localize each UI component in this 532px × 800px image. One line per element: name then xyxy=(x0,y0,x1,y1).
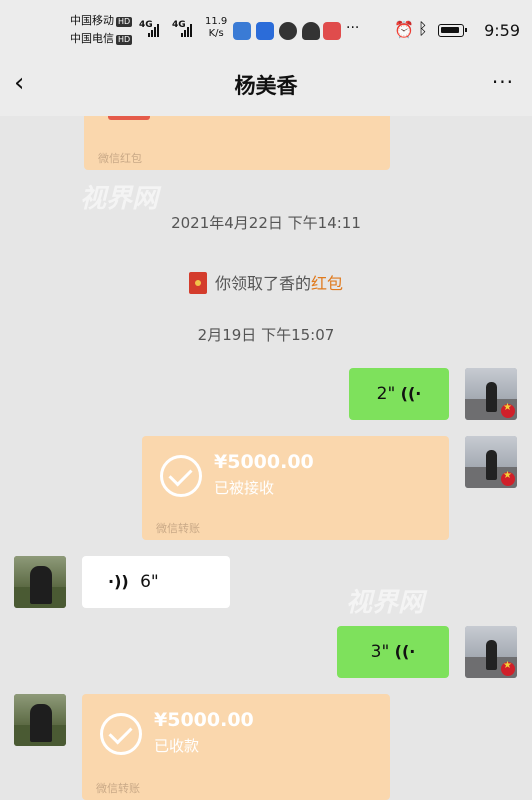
network-speed-value: 11.9 xyxy=(205,16,228,27)
battery-icon xyxy=(438,24,467,37)
transfer-status: 已收款 xyxy=(154,737,200,755)
chat-notification-icon xyxy=(279,22,297,40)
hd-badge: HD xyxy=(116,17,133,27)
clock: 9:59 xyxy=(484,21,520,40)
my-avatar[interactable] xyxy=(465,436,517,488)
friend-avatar[interactable] xyxy=(14,556,66,608)
qq-notification-icon xyxy=(302,22,320,40)
voice-wave-icon: ((· xyxy=(400,384,422,403)
transfer-amount: ¥5000.00 xyxy=(154,709,254,731)
red-packet-bubble[interactable]: 微信红包 xyxy=(84,116,390,170)
signal-bars-icon xyxy=(181,24,192,37)
network-speed-unit: K/s xyxy=(208,28,224,39)
watermark: 视界网 xyxy=(80,184,159,214)
transfer-amount: ¥5000.00 xyxy=(214,451,314,473)
voice-wave-icon: ((· xyxy=(394,642,416,661)
transfer-bubble[interactable]: ¥5000.00 已被接收 微信转账 xyxy=(142,436,449,540)
voice-duration: 2" xyxy=(376,384,396,404)
voice-message-bubble[interactable]: 3" ((· xyxy=(337,626,449,678)
watermark: 视界网 xyxy=(346,588,425,618)
red-packet-link[interactable]: 红包 xyxy=(311,274,343,293)
alarm-icon: ⏰ xyxy=(394,20,414,39)
transfer-status: 已被接收 xyxy=(214,479,275,497)
check-circle-icon xyxy=(100,713,142,755)
voice-message-bubble[interactable]: 2" ((· xyxy=(349,368,449,420)
system-message-text: 你领取了香的 xyxy=(214,274,311,293)
chat-area[interactable]: 微信红包 视界网 2021年4月22日 下午14:11 你领取了香的红包 2月1… xyxy=(0,116,532,800)
chat-header: ‹ 杨美香 ··· xyxy=(0,52,532,116)
voice-duration: 6" xyxy=(140,572,159,592)
app-notification-icon xyxy=(256,22,274,40)
check-circle-icon xyxy=(160,455,202,497)
friend-avatar[interactable] xyxy=(14,694,66,746)
my-avatar[interactable] xyxy=(465,368,517,420)
hd-badge: HD xyxy=(116,35,133,45)
bluetooth-icon: ᛒ xyxy=(418,19,428,38)
status-bar: 中国移动 HD 中国电信 HD 4G 4G 11.9 K/s ··· ⏰ ᛒ 9:5… xyxy=(0,0,532,52)
carrier-mobile-label: 中国移动 xyxy=(70,14,114,27)
voice-duration: 3" xyxy=(370,642,390,662)
more-notifications-icon: ··· xyxy=(346,20,360,36)
timestamp: 2月19日 下午15:07 xyxy=(197,326,335,344)
signal-bars-icon xyxy=(148,24,159,37)
my-avatar[interactable] xyxy=(465,626,517,678)
transfer-footer: 微信转账 xyxy=(156,522,200,535)
red-packet-footer: 微信红包 xyxy=(98,152,142,165)
carrier-mobile: 中国移动 HD xyxy=(70,14,133,27)
transfer-footer: 微信转账 xyxy=(96,782,140,795)
voice-wave-icon: ·)) xyxy=(108,572,129,591)
system-message: 你领取了香的红包 xyxy=(0,270,532,294)
timestamp: 2021年4月22日 下午14:11 xyxy=(171,214,361,232)
carrier-telecom-label: 中国电信 xyxy=(70,32,114,45)
app-notification-icon xyxy=(233,22,251,40)
red-packet-icon xyxy=(108,116,150,120)
transfer-bubble[interactable]: ¥5000.00 已收款 微信转账 xyxy=(82,694,390,800)
red-packet-icon xyxy=(188,272,207,294)
app-notification-icon xyxy=(323,22,341,40)
more-options-icon[interactable]: ··· xyxy=(492,70,514,94)
chat-title: 杨美香 xyxy=(234,74,298,98)
voice-message-bubble[interactable]: ·)) 6" xyxy=(82,556,230,608)
carrier-telecom: 中国电信 HD xyxy=(70,32,133,45)
network-speed: 11.9 K/s xyxy=(205,16,227,40)
